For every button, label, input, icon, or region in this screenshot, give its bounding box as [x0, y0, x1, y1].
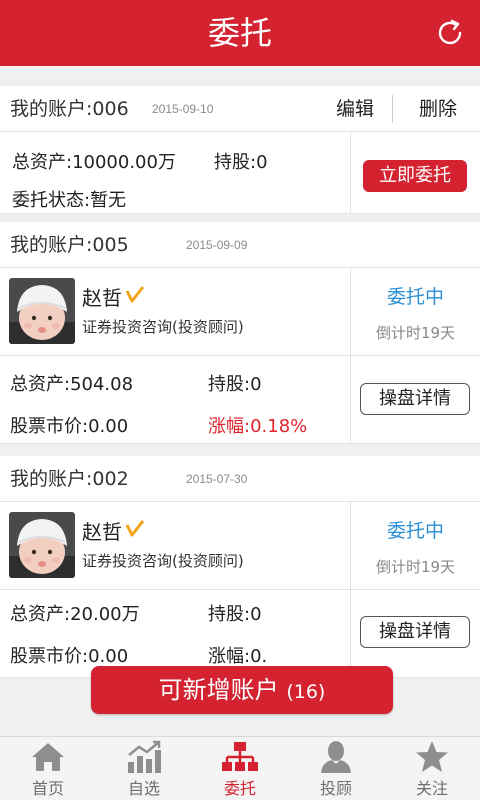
account-card-header: 我的账户:002 2015-07-30 — [0, 456, 480, 502]
top-bar: 委托 — [0, 0, 480, 66]
entrust-status-badge: 委托中 — [386, 520, 444, 542]
holdings: 持股:0 — [208, 374, 262, 395]
account-label: 我的账户:006 — [10, 98, 129, 120]
advisor-row[interactable]: 赵哲 证券投资咨询(投资顾问) 委托中 倒计时19天 — [0, 268, 480, 356]
total-assets: 总资产:504.08 — [10, 374, 134, 395]
divider — [392, 95, 393, 123]
tab-entrust[interactable]: 委托 — [192, 737, 288, 800]
entrust-status-badge: 委托中 — [386, 286, 444, 308]
delete-button[interactable]: 删除 — [396, 86, 480, 132]
trading-details-button[interactable]: 操盘详情 — [360, 616, 470, 648]
account-date: 2015-09-09 — [186, 238, 248, 252]
verified-icon — [126, 286, 144, 303]
add-account-label: 可新增账户 — [158, 676, 279, 704]
tab-home[interactable]: 首页 — [0, 737, 96, 800]
tab-watchlist[interactable]: 自选 — [96, 737, 192, 800]
countdown: 倒计时19天 — [375, 324, 456, 342]
trading-details-button[interactable]: 操盘详情 — [360, 383, 470, 415]
holdings: 持股:0 — [208, 604, 262, 625]
advisor-name: 赵哲 — [82, 520, 122, 544]
account-summary: 总资产:20.00万 持股:0 股票市价:0.00 涨幅:0. 操盘详情 — [0, 590, 480, 678]
price-change: 涨幅:0.18% — [208, 416, 308, 437]
page-title: 委托 — [207, 14, 272, 52]
advisor-role: 证券投资咨询(投资顾问) — [82, 552, 244, 570]
add-account-count: (16) — [286, 681, 326, 703]
tab-label: 首页 — [31, 779, 64, 798]
add-account-button[interactable]: 可新增账户 (16) — [91, 666, 393, 714]
advisor-row[interactable]: 赵哲 证券投资咨询(投资顾问) 委托中 倒计时19天 — [0, 502, 480, 590]
home-icon — [32, 743, 64, 771]
account-date: 2015-07-30 — [186, 472, 248, 486]
divider — [350, 356, 351, 443]
price-change: 涨幅:0. — [208, 646, 268, 667]
bottom-tab-bar: 首页 自选 委托 投顾 关注 — [0, 736, 480, 800]
tab-label: 自选 — [127, 779, 160, 798]
stock-market-value: 股票市价:0.00 — [10, 646, 129, 667]
tab-advisor[interactable]: 投顾 — [288, 737, 384, 800]
holdings: 持股:0 — [214, 152, 268, 173]
account-summary: 总资产:10000.00万 持股:0 委托状态:暂无 立即委托 — [0, 132, 480, 214]
avatar — [9, 512, 75, 578]
account-summary: 总资产:504.08 持股:0 股票市价:0.00 涨幅:0.18% 操盘详情 — [0, 356, 480, 444]
entrust-now-button[interactable]: 立即委托 — [363, 160, 467, 192]
account-label: 我的账户:005 — [10, 234, 129, 256]
divider — [350, 132, 351, 213]
tab-label: 委托 — [223, 779, 256, 798]
tab-label: 投顾 — [319, 779, 352, 798]
account-card-header: 我的账户:006 2015-09-10 编辑 删除 — [0, 86, 480, 132]
total-assets: 总资产:20.00万 — [10, 604, 140, 625]
edit-button[interactable]: 编辑 — [318, 86, 392, 132]
person-icon — [321, 741, 351, 773]
chart-icon — [128, 740, 161, 773]
refresh-icon[interactable] — [434, 17, 466, 49]
entrust-status: 委托状态:暂无 — [12, 190, 127, 211]
divider — [350, 590, 351, 677]
account-list[interactable]: 我的账户:006 2015-09-10 编辑 删除 总资产:10000.00万 … — [0, 66, 480, 736]
tab-label: 关注 — [415, 779, 448, 798]
advisor-role: 证券投资咨询(投资顾问) — [82, 318, 244, 336]
account-label: 我的账户:002 — [10, 468, 129, 490]
org-chart-icon — [222, 742, 258, 771]
avatar — [9, 278, 75, 344]
account-date: 2015-09-10 — [152, 102, 214, 116]
countdown: 倒计时19天 — [375, 558, 456, 576]
total-assets: 总资产:10000.00万 — [12, 152, 176, 173]
advisor-name: 赵哲 — [82, 286, 122, 310]
star-icon — [416, 741, 448, 772]
verified-icon — [126, 520, 144, 537]
account-card: 我的账户:002 2015-07-30 赵哲 证券投资咨询(投资顾问) 委托中 … — [0, 456, 480, 678]
stock-market-value: 股票市价:0.00 — [10, 416, 129, 437]
account-card: 我的账户:005 2015-09-09 赵哲 证券投资咨询(投资顾问) 委托中 … — [0, 222, 480, 444]
tab-follow[interactable]: 关注 — [384, 737, 480, 800]
account-card: 我的账户:006 2015-09-10 编辑 删除 总资产:10000.00万 … — [0, 86, 480, 214]
account-card-header: 我的账户:005 2015-09-09 — [0, 222, 480, 268]
